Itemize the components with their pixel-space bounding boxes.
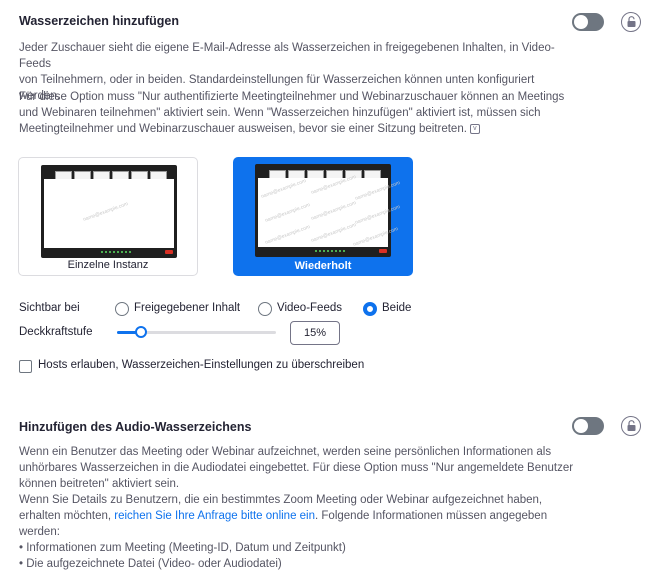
desc-line: unhörbares Wasserzeichen in die Audiodat… [19, 462, 574, 474]
radio-shared-content-label[interactable]: Freigegebener Inhalt [134, 302, 240, 314]
watermark-sample: name@example.com [354, 180, 401, 202]
desc-line: erhalten möchten, reichen Sie Ihre Anfra… [19, 508, 574, 524]
watermark-title: Wasserzeichen hinzufügen [19, 14, 179, 28]
watermark-sample: name@example.com [310, 174, 357, 196]
desc-line: und Webinaren teilnehmen" aktiviert sein… [19, 107, 541, 119]
repeated-label: Wiederholt [294, 260, 352, 272]
watermark-sample: name@example.com [260, 178, 307, 200]
desc-line: Jeder Zuschauer sieht die eigene E-Mail-… [19, 42, 555, 70]
thumb-screen: name@example.com [44, 179, 174, 248]
repeated-thumbnail: name@example.com name@example.com name@e… [255, 164, 401, 257]
desc-line: können beitreten" aktiviert sein. [19, 478, 180, 490]
repeated-card[interactable]: name@example.com name@example.com name@e… [233, 157, 413, 276]
bullet-item: • Die aufgezeichnete Datei (Video- oder … [19, 558, 282, 570]
watermark-toggle[interactable] [572, 13, 604, 31]
lock-icon [627, 420, 636, 431]
toggle-knob [574, 15, 588, 29]
watermark-sample: name@example.com [264, 202, 311, 224]
allow-hosts-label[interactable]: Hosts erlauben, Wasserzeichen-Einstellun… [38, 359, 364, 371]
radio-video-feeds[interactable] [258, 302, 272, 316]
audio-watermark-toggle[interactable] [572, 417, 604, 435]
radio-both[interactable] [363, 302, 377, 316]
desc-line: Meetingteilnehmer und Webinarzuschauer a… [19, 121, 574, 137]
single-instance-thumbnail: name@example.com [41, 165, 177, 258]
audio-watermark-title: Hinzufügen des Audio-Wasserzeichens [19, 420, 252, 434]
watermark-sample: name@example.com [310, 222, 357, 244]
toggle-knob [574, 419, 588, 433]
audio-watermark-description: Wenn ein Benutzer das Meeting oder Webin… [19, 444, 574, 572]
opacity-value-field[interactable]: 15% [290, 321, 340, 345]
desc-text: . Folgende Informationen müssen angegebe… [315, 510, 548, 522]
radio-shared-content[interactable] [115, 302, 129, 316]
desc-line: Wenn Sie Details zu Benutzern, die ein b… [19, 494, 543, 506]
single-instance-card[interactable]: name@example.com Einzelne Instanz [18, 157, 198, 276]
opacity-slider[interactable] [117, 326, 276, 338]
thumb-screen: name@example.com name@example.com name@e… [258, 174, 401, 248]
single-instance-label: Einzelne Instanz [67, 259, 149, 271]
thumb-end-button [165, 250, 173, 254]
desc-line: Wenn ein Benutzer das Meeting oder Webin… [19, 446, 552, 458]
opacity-label: Deckkraftstufe [19, 326, 93, 338]
lock-icon [627, 16, 636, 27]
desc-line: Für diese Option muss "Nur authentifizie… [19, 91, 565, 103]
thumb-end-button [379, 249, 387, 253]
radio-video-feeds-label[interactable]: Video-Feeds [277, 302, 342, 314]
thumb-dots [315, 250, 345, 252]
desc-text: Meetingteilnehmer und Webinarzuschauer a… [19, 123, 467, 135]
watermark-sample: name@example.com [354, 204, 401, 226]
watermark-sample: name@example.com [310, 200, 357, 222]
visible-at-label: Sichtbar bei [19, 302, 80, 314]
watermark-requirement: Für diese Option muss "Nur authentifizie… [19, 89, 574, 137]
audio-watermark-lock-button[interactable] [621, 416, 641, 436]
watermark-lock-button[interactable] [621, 12, 641, 32]
submit-request-link[interactable]: reichen Sie Ihre Anfrage bitte online ei… [114, 510, 315, 522]
desc-line: werden: [19, 526, 60, 538]
watermark-sample: name@example.com [82, 201, 129, 223]
opacity-slider-handle[interactable] [134, 326, 147, 338]
watermark-sample: name@example.com [352, 226, 399, 248]
info-icon[interactable]: v [469, 123, 480, 134]
thumb-dots [101, 251, 131, 253]
allow-hosts-checkbox[interactable] [19, 360, 32, 373]
desc-text: erhalten möchten, [19, 510, 115, 522]
watermark-sample: name@example.com [264, 224, 311, 246]
bullet-item: • Informationen zum Meeting (Meeting-ID,… [19, 542, 346, 554]
radio-both-label[interactable]: Beide [382, 302, 411, 314]
